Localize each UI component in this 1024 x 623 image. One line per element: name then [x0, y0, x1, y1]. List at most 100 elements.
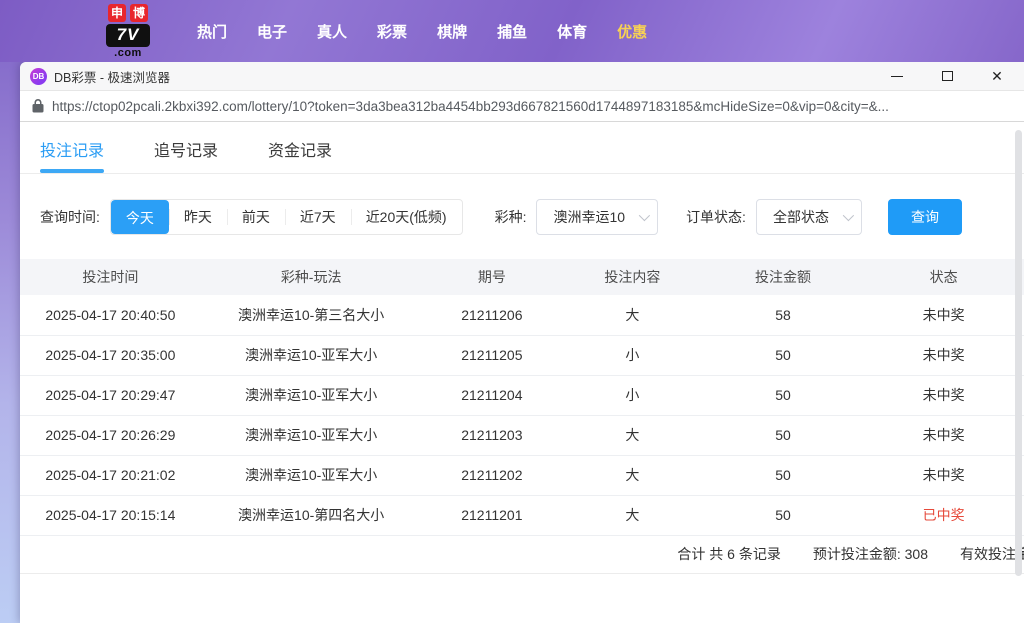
cell-bet-content: 大: [562, 455, 703, 496]
cell-bet-time: 2025-04-17 20:29:47: [20, 375, 201, 416]
summary-row: 合计 共 6 条记录 预计投注金额: 308 有效投注金: [20, 536, 1024, 574]
header-status: 状态: [863, 259, 1024, 295]
logo-suffix: .com: [114, 46, 142, 59]
header-period: 期号: [421, 259, 563, 295]
chevron-down-icon: [842, 209, 855, 222]
cell-play-type: 澳洲幸运10-亚军大小: [200, 375, 422, 416]
window-title: DB彩票 - 极速浏览器: [54, 70, 170, 85]
close-icon: ✕: [991, 68, 1003, 84]
cell-play-type: 澳洲幸运10-亚军大小: [200, 455, 422, 496]
browser-window: DB DB彩票 - 极速浏览器 ✕ https://ctop02pcali.2k…: [20, 62, 1024, 623]
lock-icon: [32, 99, 44, 113]
cell-bet-time: 2025-04-17 20:21:02: [20, 455, 201, 496]
site-logo[interactable]: 申 博 7V .com: [100, 3, 156, 59]
lottery-select-value: 澳洲幸运10: [553, 209, 626, 225]
nav-item-hot[interactable]: 热门: [182, 11, 242, 52]
header-play-type: 彩种-玩法: [200, 259, 422, 295]
nav-item-fishing[interactable]: 捕鱼: [482, 11, 542, 52]
nav-item-promo[interactable]: 优惠: [602, 11, 662, 52]
app-db-icon: DB: [30, 67, 47, 85]
query-button[interactable]: 查询: [887, 199, 962, 235]
table-row: 2025-04-17 20:15:14 澳洲幸运10-第四名大小 2121120…: [20, 495, 1024, 536]
window-controls: ✕: [884, 65, 1010, 87]
cell-bet-time: 2025-04-17 20:26:29: [20, 415, 201, 456]
cell-period: 21211205: [421, 335, 563, 376]
browser-titlebar[interactable]: DB DB彩票 - 极速浏览器 ✕: [20, 62, 1024, 90]
nav-item-live[interactable]: 真人: [302, 11, 362, 52]
cell-bet-content: 大: [562, 415, 703, 456]
tab-fund-records-label: 资金记录: [268, 143, 333, 160]
cell-bet-time: 2025-04-17 20:15:14: [20, 495, 201, 536]
cell-period: 21211206: [421, 295, 563, 336]
cell-bet-content: 小: [562, 375, 703, 416]
header-bet-content: 投注内容: [562, 259, 703, 295]
cell-bet-amount: 50: [702, 495, 864, 536]
chevron-down-icon: [638, 209, 651, 222]
status-filter-label: 订单状态:: [686, 209, 746, 225]
table-row: 2025-04-17 20:26:29 澳洲幸运10-亚军大小 21211203…: [20, 415, 1024, 456]
logo-badge-left: 申: [108, 3, 126, 22]
cell-status: 已中奖: [863, 495, 1024, 536]
cell-bet-amount: 50: [702, 335, 864, 376]
logo-badges: 申 博: [108, 3, 148, 22]
nav-item-slots[interactable]: 电子: [242, 11, 302, 52]
time-filter-group: 今天 昨天 前天 近7天 近20天(低频): [109, 199, 463, 235]
cell-play-type: 澳洲幸运10-第四名大小: [200, 495, 422, 536]
maximize-button[interactable]: [934, 65, 960, 87]
time-option-yesterday[interactable]: 昨天: [168, 200, 227, 234]
cell-bet-content: 大: [562, 495, 703, 536]
vertical-scrollbar[interactable]: [1015, 130, 1022, 576]
active-tab-underline: [40, 169, 105, 173]
cell-bet-content: 小: [562, 335, 703, 376]
page-content: 投注记录 追号记录 资金记录 查询时间: 今天 昨天 前天 近7天 近20天(低…: [20, 122, 1024, 622]
cell-play-type: 澳洲幸运10-第三名大小: [200, 295, 422, 336]
cell-bet-amount: 50: [702, 455, 864, 496]
table-row: 2025-04-17 20:21:02 澳洲幸运10-亚军大小 21211202…: [20, 455, 1024, 496]
table-row: 2025-04-17 20:35:00 澳洲幸运10-亚军大小 21211205…: [20, 335, 1024, 376]
cell-period: 21211203: [421, 415, 563, 456]
cell-bet-time: 2025-04-17 20:40:50: [20, 295, 201, 336]
nav-item-cards[interactable]: 棋牌: [422, 11, 482, 52]
cell-play-type: 澳洲幸运10-亚军大小: [200, 335, 422, 376]
nav-item-lottery[interactable]: 彩票: [362, 11, 422, 52]
tab-bet-records[interactable]: 投注记录: [40, 137, 105, 173]
time-option-last-20-days[interactable]: 近20天(低频): [350, 200, 462, 234]
minimize-button[interactable]: [884, 65, 910, 87]
maximize-icon: [941, 71, 953, 81]
cell-status: 未中奖: [863, 335, 1024, 376]
nav-item-sports[interactable]: 体育: [542, 11, 602, 52]
cell-period: 21211201: [421, 495, 563, 536]
summary-expected-amount: 预计投注金额: 308: [812, 546, 928, 562]
cell-status: 未中奖: [863, 455, 1024, 496]
table-header-row: 投注时间 彩种-玩法 期号 投注内容 投注金额 状态: [20, 259, 1024, 295]
cell-period: 21211204: [421, 375, 563, 416]
lottery-filter-label: 彩种:: [494, 209, 527, 225]
lottery-select[interactable]: 澳洲幸运10: [536, 199, 659, 235]
cell-bet-amount: 50: [702, 375, 864, 416]
cell-status: 未中奖: [863, 375, 1024, 416]
time-option-day-before[interactable]: 前天: [226, 200, 285, 234]
summary-total-records: 合计 共 6 条记录: [677, 546, 781, 562]
logo-badge-right: 博: [130, 3, 148, 22]
time-option-last-7-days[interactable]: 近7天: [284, 200, 351, 234]
bet-records-table: 投注时间 彩种-玩法 期号 投注内容 投注金额 状态 2025-04-17 20…: [20, 259, 1024, 536]
url-bar[interactable]: https://ctop02pcali.2kbxi392.com/lottery…: [20, 90, 1024, 122]
header-bet-amount: 投注金额: [702, 259, 864, 295]
table-row: 2025-04-17 20:40:50 澳洲幸运10-第三名大小 2121120…: [20, 295, 1024, 336]
cell-bet-content: 大: [562, 295, 703, 336]
header-bet-time: 投注时间: [20, 259, 201, 295]
cell-bet-amount: 58: [702, 295, 864, 336]
filter-bar: 查询时间: 今天 昨天 前天 近7天 近20天(低频) 彩种: 澳洲幸运10 订…: [40, 199, 1024, 235]
cell-period: 21211202: [421, 455, 563, 496]
cell-status: 未中奖: [863, 415, 1024, 456]
url-text: https://ctop02pcali.2kbxi392.com/lottery…: [52, 98, 889, 114]
order-status-select[interactable]: 全部状态: [755, 199, 862, 235]
tab-bet-records-label: 投注记录: [40, 143, 105, 160]
close-button[interactable]: ✕: [984, 65, 1010, 87]
cell-bet-time: 2025-04-17 20:35:00: [20, 335, 201, 376]
time-option-today[interactable]: 今天: [110, 200, 169, 234]
tab-chase-records[interactable]: 追号记录: [154, 137, 218, 173]
tab-fund-records[interactable]: 资金记录: [268, 137, 332, 173]
table-row: 2025-04-17 20:29:47 澳洲幸运10-亚军大小 21211204…: [20, 375, 1024, 416]
cell-status: 未中奖: [863, 295, 1024, 336]
